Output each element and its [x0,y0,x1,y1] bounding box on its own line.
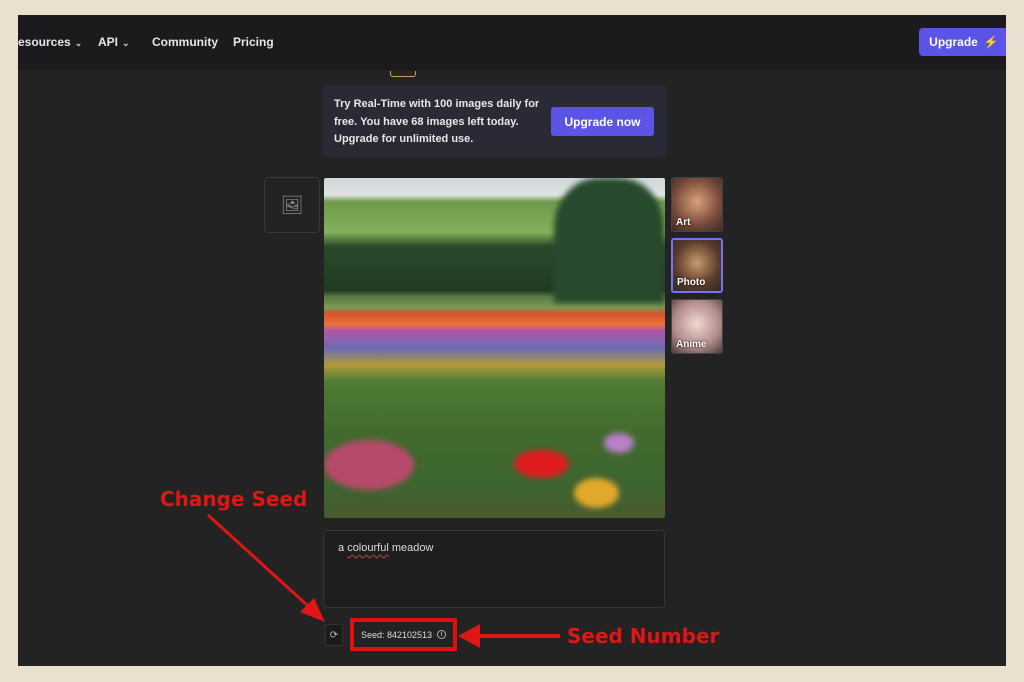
change-seed-annotation: Change Seed [160,487,308,511]
change-seed-arrow [206,513,320,617]
seed-number-arrowhead [458,624,480,648]
annotation-arrows [206,513,560,648]
seed-number-annotation: Seed Number [567,624,720,648]
